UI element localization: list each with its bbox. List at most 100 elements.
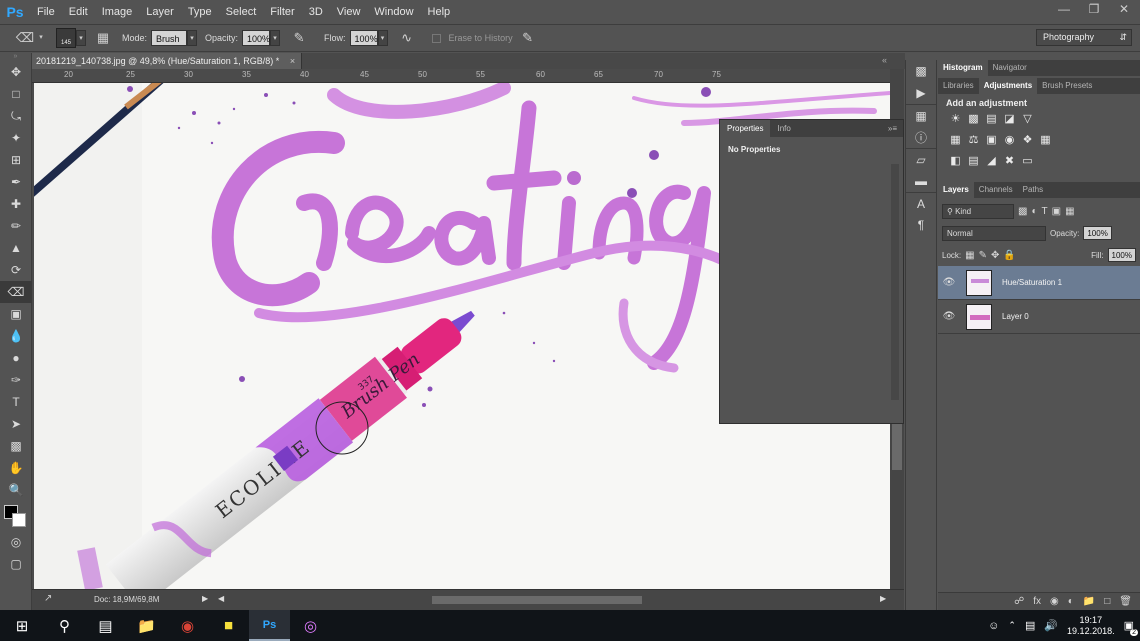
brush-panel-icon[interactable]: ▱ <box>906 148 936 170</box>
levels-icon[interactable]: ▩ <box>966 112 981 127</box>
tab-channels[interactable]: Channels <box>974 182 1018 198</box>
menu-layer[interactable]: Layer <box>139 6 181 18</box>
pressure-opacity-icon[interactable]: ✎ <box>288 28 310 48</box>
threshold-icon[interactable]: ◢ <box>984 154 999 169</box>
fill-field[interactable]: 100% <box>1107 248 1136 262</box>
filter-type-icon[interactable]: T <box>1042 206 1048 217</box>
lasso-tool-icon[interactable]: ⤿ <box>0 105 32 127</box>
crop-tool-icon[interactable]: ⊞ <box>0 149 32 171</box>
horizontal-scroll-thumb[interactable] <box>432 596 642 604</box>
file-explorer-icon[interactable]: 📁 <box>126 610 167 641</box>
scroll-left-arrow[interactable]: ◀ <box>218 594 224 603</box>
selective-color-icon[interactable]: ✖ <box>1002 154 1017 169</box>
filter-shape-icon[interactable]: ▣ <box>1052 206 1061 217</box>
hand-tool-icon[interactable]: ✋ <box>0 457 32 479</box>
pressure-size-icon[interactable]: ✎ <box>517 28 539 48</box>
layer-opacity-field[interactable]: 100% <box>1083 226 1112 240</box>
brush-picker-arrow[interactable]: ▾ <box>76 30 86 46</box>
flow-slider-arrow[interactable]: ▾ <box>377 30 388 46</box>
tab-navigator[interactable]: Navigator <box>988 60 1032 76</box>
hue-saturation-icon[interactable]: ▦ <box>948 133 963 148</box>
eyedropper-tool-icon[interactable]: ✒ <box>0 171 32 193</box>
menu-image[interactable]: Image <box>95 6 140 18</box>
mode-select[interactable]: Brush <box>151 30 188 46</box>
tab-brush-presets[interactable]: Brush Presets <box>1037 78 1097 94</box>
chevron-down-icon[interactable]: ▾ <box>36 30 46 46</box>
menu-window[interactable]: Window <box>367 6 420 18</box>
erase-history-checkbox[interactable] <box>431 33 441 43</box>
close-icon[interactable]: ✕ <box>1116 2 1132 16</box>
brush-size-preview[interactable]: 145 <box>56 28 76 48</box>
actions-play-icon[interactable]: ▶ <box>906 82 936 104</box>
sticky-notes-icon[interactable]: ■ <box>208 610 249 641</box>
delete-layer-icon[interactable]: 🗑 <box>1119 596 1132 607</box>
healing-brush-tool-icon[interactable]: ✚ <box>0 193 32 215</box>
move-tool-icon[interactable]: ✥ <box>0 61 32 83</box>
brush-panel-icon[interactable]: ▦ <box>92 28 114 48</box>
background-color[interactable] <box>12 513 26 527</box>
collapse-panel-icon[interactable]: « <box>882 55 887 65</box>
channel-mixer-icon[interactable]: ❖ <box>1020 133 1035 148</box>
toolbar-grip[interactable]: » <box>0 53 31 61</box>
menu-file[interactable]: File <box>30 6 62 18</box>
flow-field[interactable]: 100% <box>349 30 378 46</box>
info-panel-icon[interactable]: ⓘ <box>906 126 936 148</box>
rectangle-tool-icon[interactable]: ▩ <box>0 435 32 457</box>
filter-smart-object-icon[interactable]: ▦ <box>1065 206 1074 217</box>
quick-mask-icon[interactable]: ◎ <box>0 531 32 553</box>
lock-all-icon[interactable]: 🔒 <box>1003 250 1015 261</box>
document-tab[interactable]: 20181219_140738.jpg @ 49,8% (Hue/Saturat… <box>32 53 302 69</box>
tab-info[interactable]: Info <box>770 120 797 137</box>
type-tool-icon[interactable]: T <box>0 391 32 413</box>
scroll-right-arrow[interactable]: ▶ <box>880 594 886 603</box>
clock[interactable]: 19:17 19.12.2018. <box>1067 615 1115 637</box>
new-group-icon[interactable]: 📁 <box>1083 596 1095 607</box>
curves-icon[interactable]: ▤ <box>984 112 999 127</box>
chrome-icon[interactable]: ◉ <box>167 610 208 641</box>
clone-source-icon[interactable]: ▬ <box>906 170 936 192</box>
color-lookup-icon[interactable]: ▦ <box>1038 133 1053 148</box>
character-panel-icon[interactable]: A <box>906 192 936 214</box>
opacity-slider-arrow[interactable]: ▾ <box>270 30 281 46</box>
posterize-icon[interactable]: ▤ <box>966 154 981 169</box>
volume-icon[interactable]: 🔊 <box>1044 619 1058 632</box>
color-balance-icon[interactable]: ⚖ <box>966 133 981 148</box>
gradient-map-icon[interactable]: ▭ <box>1020 154 1035 169</box>
color-swatches[interactable] <box>0 501 31 531</box>
visibility-eye-icon[interactable]: 👁 <box>938 277 960 288</box>
lock-transparency-icon[interactable]: ▦ <box>965 250 974 261</box>
tab-layers[interactable]: Layers <box>938 182 974 198</box>
path-selection-tool-icon[interactable]: ➤ <box>0 413 32 435</box>
filter-adjustment-icon[interactable]: ◐ <box>1031 206 1037 217</box>
layer-style-icon[interactable]: fx <box>1033 596 1041 607</box>
brush-tool-icon[interactable]: ✏ <box>0 215 32 237</box>
screen-mode-icon[interactable]: ▢ <box>0 553 32 575</box>
blend-mode-select[interactable]: Normal <box>942 225 1046 241</box>
menu-help[interactable]: Help <box>421 6 458 18</box>
airbrush-icon[interactable]: ∿ <box>396 28 418 48</box>
menu-3d[interactable]: 3D <box>302 6 330 18</box>
menu-view[interactable]: View <box>330 6 368 18</box>
properties-scrollbar[interactable] <box>891 164 899 400</box>
task-view-icon[interactable]: ▤ <box>85 610 126 641</box>
mode-dropdown-arrow[interactable]: ▾ <box>187 30 198 46</box>
invert-icon[interactable]: ◧ <box>948 154 963 169</box>
zoom-tool-icon[interactable]: 🔍 <box>0 479 32 501</box>
opacity-field[interactable]: 100% <box>242 30 270 46</box>
people-icon[interactable]: ☺ <box>988 620 999 632</box>
filter-kind-select[interactable]: ⚲ Kind <box>942 203 1014 219</box>
marquee-tool-icon[interactable]: □ <box>0 83 32 105</box>
close-icon[interactable]: × <box>290 56 295 66</box>
new-adjustment-layer-icon[interactable]: ◐ <box>1068 596 1074 607</box>
search-icon[interactable]: ⚲ <box>44 610 85 641</box>
restore-icon[interactable]: ❐ <box>1086 2 1102 16</box>
lock-position-icon[interactable]: ✥ <box>991 250 999 261</box>
panel-menu-icon[interactable]: »≡ <box>888 120 903 137</box>
tab-properties[interactable]: Properties <box>720 120 771 137</box>
menu-select[interactable]: Select <box>219 6 264 18</box>
app-circle-icon[interactable]: ◎ <box>290 610 331 641</box>
black-white-icon[interactable]: ▣ <box>984 133 999 148</box>
photoshop-taskbar-icon[interactable]: Ps <box>249 610 290 641</box>
gradient-tool-icon[interactable]: ▣ <box>0 303 32 325</box>
exposure-icon[interactable]: ◪ <box>1002 112 1017 127</box>
